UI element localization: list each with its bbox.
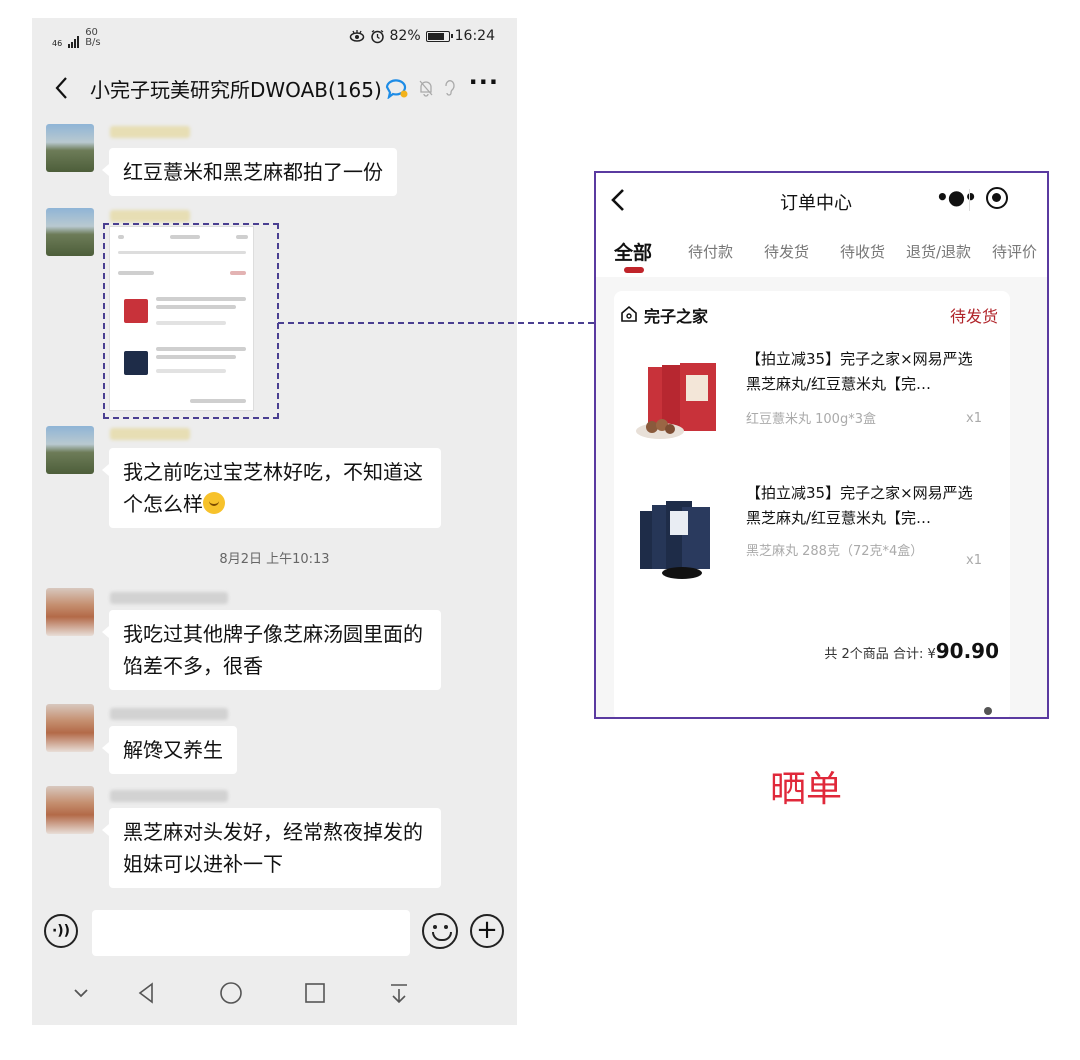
net-speed-unit: B/s: [85, 37, 101, 48]
caption: 晒单: [770, 769, 843, 810]
chat-screen: 46 60 B/s 82% 16:24 小完子玩美研究所DWOAB(165) ·…: [32, 18, 517, 1025]
net-speed: 60 B/s: [85, 28, 100, 48]
message-text: 黑芝麻对头发好，经常熬夜掉发的姐妹可以进补一下: [123, 820, 423, 876]
message-text: 红豆薏米和黑芝麻都拍了一份: [123, 160, 383, 184]
tab-pending-shipment[interactable]: 待发货: [764, 241, 809, 262]
screenshot-root: 46 60 B/s 82% 16:24 小完子玩美研究所DWOAB(165) ·…: [0, 0, 1080, 1060]
nav-home-icon[interactable]: [216, 978, 246, 1008]
avatar[interactable]: [46, 786, 94, 834]
message-bubble[interactable]: 解馋又养生: [102, 726, 237, 774]
avatar[interactable]: [46, 704, 94, 752]
chevron-down-icon[interactable]: [66, 978, 96, 1008]
voice-input-button[interactable]: ·)): [44, 914, 78, 948]
message-text: 解馋又养生: [123, 738, 223, 762]
product-spec: 黑芝麻丸 288克（72克*4盒）: [746, 544, 924, 559]
status-left: 46 60 B/s: [52, 28, 101, 48]
order-status: 待发货: [949, 307, 998, 326]
chat-bubble-icon[interactable]: [384, 77, 410, 99]
chat-title-bar: 小完子玩美研究所DWOAB(165) ···: [32, 66, 517, 110]
order-total-label: 共 2个商品 合计: ¥: [824, 647, 936, 662]
order-tabs: 全部 待付款 待发货 待收货 退货/退款 待评价: [596, 237, 1047, 277]
status-right: 82% 16:24: [349, 28, 495, 44]
tab-returns[interactable]: 退货/退款: [906, 241, 971, 262]
nav-recents-icon[interactable]: [300, 978, 330, 1008]
emoji-button[interactable]: [422, 913, 458, 949]
more-actions-button[interactable]: +: [470, 914, 504, 948]
message-text: 我之前吃过宝芝林好吃，不知道这个怎么样: [123, 460, 423, 516]
alarm-icon: [370, 29, 384, 43]
order-total: 共 2个商品 合计: ¥90.90: [756, 639, 999, 663]
thinking-emoji-icon: [203, 492, 225, 514]
product-title[interactable]: 【拍立减35】完子之家×网易严选黑芝麻丸/红豆薏米丸【完…: [746, 481, 986, 531]
capsule-divider: [969, 189, 970, 211]
order-center-panel: 订单中心 •●• 全部 待付款 待发货 待收货 退货/退款 待评价 完子之家 待…: [594, 171, 1049, 719]
tab-pending-review[interactable]: 待评价: [992, 241, 1037, 262]
system-nav-bar: [32, 968, 517, 1018]
avatar[interactable]: [46, 426, 94, 474]
product-spec: 红豆薏米丸 100g*3盒: [746, 412, 876, 427]
chat-timestamp: 8月2日 上午10:13: [219, 552, 330, 567]
message-bubble[interactable]: 我吃过其他牌子像芝麻汤圆里面的馅差不多，很香: [102, 610, 441, 690]
tab-pending-payment[interactable]: 待付款: [688, 241, 733, 262]
product-quantity: x1: [966, 553, 982, 568]
sender-name: [110, 790, 228, 802]
message-text: 我吃过其他牌子像芝麻汤圆里面的馅差不多，很香: [123, 622, 423, 678]
tab-pending-receipt[interactable]: 待收货: [840, 241, 885, 262]
chat-title: 小完子玩美研究所DWOAB(165): [90, 78, 382, 102]
dashed-connector: [278, 322, 594, 324]
message-bubble[interactable]: 黑芝麻对头发好，经常熬夜掉发的姐妹可以进补一下: [102, 808, 441, 888]
back-arrow-icon[interactable]: [48, 72, 76, 104]
ear-icon[interactable]: [442, 79, 456, 97]
clock: 16:24: [454, 28, 495, 44]
network-type-label: 46: [52, 39, 63, 48]
more-menu-icon[interactable]: ···: [469, 68, 499, 96]
sender-name: [110, 126, 190, 138]
battery-icon: [425, 30, 453, 42]
sender-name: [110, 210, 190, 222]
nav-notification-pull-icon[interactable]: [384, 978, 414, 1008]
signal-icon: [68, 36, 80, 48]
close-miniprogram-icon[interactable]: [986, 187, 1008, 209]
nav-back-icon[interactable]: [132, 978, 162, 1008]
sender-name: [110, 428, 190, 440]
avatar[interactable]: [46, 208, 94, 256]
message-bubble[interactable]: 我之前吃过宝芝林好吃，不知道这个怎么样: [102, 448, 441, 528]
eye-icon: [349, 30, 364, 42]
more-menu-icon[interactable]: •●•: [936, 185, 977, 209]
sender-name: [110, 708, 228, 720]
battery-percent: 82%: [389, 28, 421, 44]
active-tab-indicator: [624, 267, 644, 273]
sender-name: [110, 592, 228, 604]
product-image-red-bean[interactable]: [632, 357, 722, 447]
title-icons: [384, 77, 456, 99]
product-quantity: x1: [966, 411, 982, 426]
scroll-indicator: [984, 707, 992, 715]
tab-all[interactable]: 全部: [614, 238, 652, 265]
message-bubble[interactable]: 红豆薏米和黑芝麻都拍了一份: [102, 148, 397, 196]
input-bar: ·)) +: [32, 904, 517, 960]
shop-home-icon: [621, 305, 637, 322]
avatar[interactable]: [46, 124, 94, 172]
avatar[interactable]: [46, 588, 94, 636]
message-input[interactable]: [92, 910, 410, 956]
order-total-amount: 90.90: [935, 639, 999, 663]
product-title[interactable]: 【拍立减35】完子之家×网易严选黑芝麻丸/红豆薏米丸【完…: [746, 347, 986, 397]
highlight-box: [103, 223, 279, 419]
status-bar: 46 60 B/s 82% 16:24: [32, 18, 517, 58]
product-image-black-sesame[interactable]: [632, 493, 722, 583]
shop-name[interactable]: 完子之家: [644, 303, 708, 327]
bell-muted-icon[interactable]: [418, 79, 434, 97]
